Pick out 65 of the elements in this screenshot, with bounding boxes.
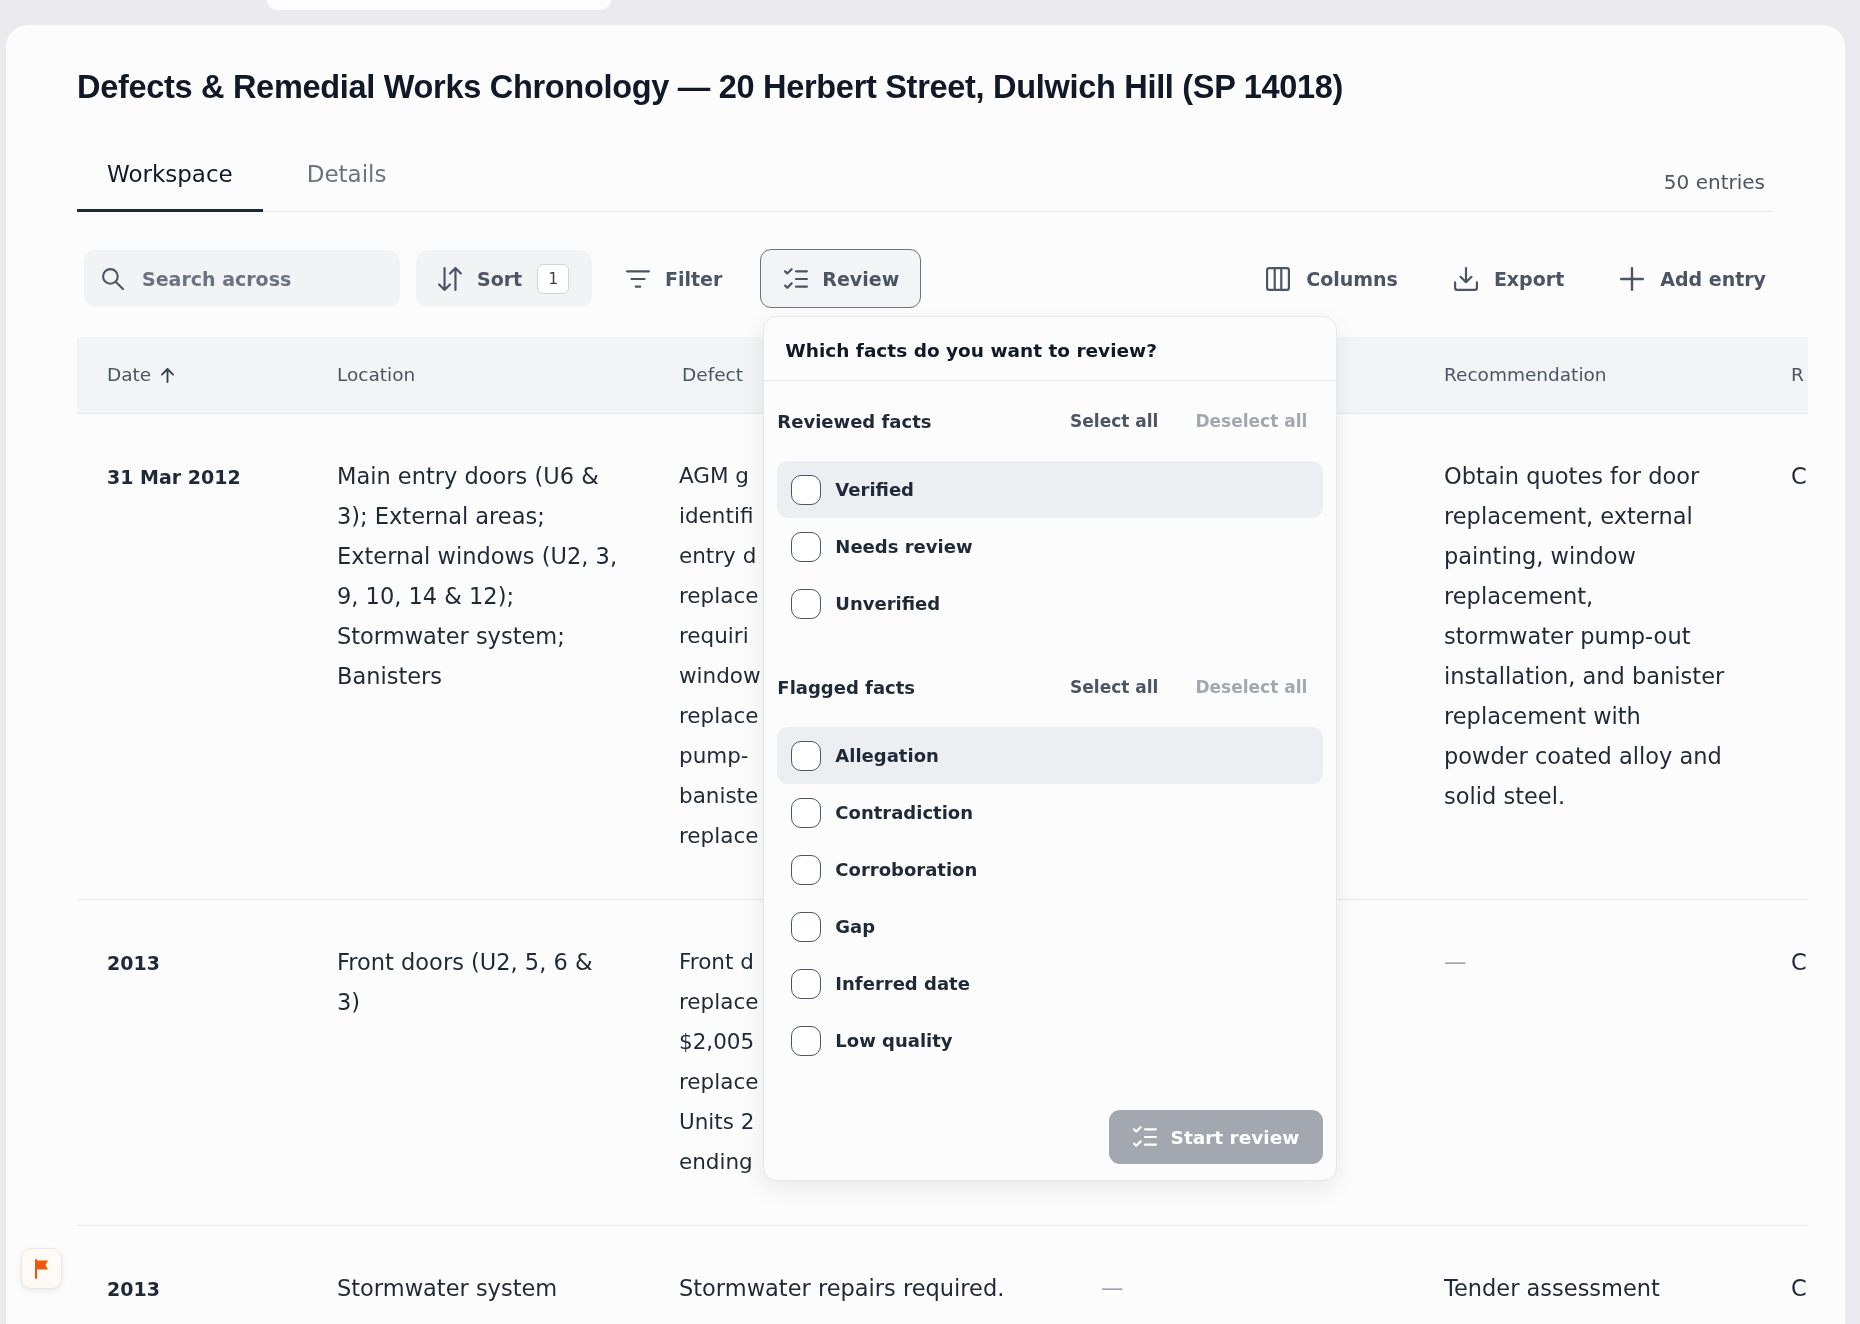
checklist-icon — [784, 266, 809, 291]
flag-button[interactable] — [21, 1248, 62, 1289]
defect-text: Stormwater repairs required. — [679, 1274, 1005, 1303]
column-heading[interactable]: Recommendation — [1444, 363, 1607, 387]
checkbox[interactable] — [791, 854, 822, 885]
download-icon — [1453, 266, 1478, 291]
fact-option[interactable]: Low quality — [777, 1012, 1324, 1069]
columns-icon — [1266, 266, 1291, 291]
fact-option[interactable]: Gap — [777, 898, 1324, 955]
empty-dash: — — [1444, 948, 1467, 977]
fact-option[interactable]: Needs review — [777, 518, 1324, 575]
fact-option[interactable]: Verified — [777, 461, 1324, 518]
checkbox[interactable] — [791, 1025, 822, 1056]
checkbox[interactable] — [791, 911, 822, 942]
columns-button[interactable]: Columns — [1250, 250, 1414, 307]
select-all-button[interactable]: Select all — [1058, 671, 1171, 703]
checkbox[interactable] — [791, 531, 822, 562]
column-text: C — [1791, 1274, 1807, 1303]
fact-option[interactable]: Inferred date — [777, 955, 1324, 1012]
select-all-button[interactable]: Select all — [1058, 405, 1171, 437]
tab[interactable]: Workspace — [77, 140, 263, 212]
plus-icon — [1620, 266, 1645, 291]
checkbox[interactable] — [791, 968, 822, 999]
add-entry-button[interactable]: Add entry — [1604, 250, 1782, 307]
checkbox[interactable] — [791, 474, 822, 505]
popover-title: Which facts do you want to review? — [785, 340, 1157, 361]
group-label: Reviewed facts — [777, 410, 932, 432]
location-text: Main entry doors (U6 & 3); External areas; External windows (U2, 3, 9, 10, 14 & 12); Stormwater system; Banisters — [337, 462, 619, 691]
fact-option[interactable]: Allegation — [777, 727, 1324, 784]
clipped-text: AGM g identifi entry d replace requiri window replace pump- baniste replace — [679, 462, 761, 850]
location-text: Stormwater system — [337, 1274, 558, 1303]
location-text: Front doors (U2, 5, 6 & 3) — [337, 948, 594, 1017]
search-field[interactable]: Search across — [84, 250, 400, 307]
search-icon — [101, 267, 124, 290]
checklist-icon — [1132, 1125, 1157, 1149]
checkbox[interactable] — [791, 740, 822, 771]
column-heading[interactable]: Date — [107, 363, 175, 387]
tab[interactable]: Details — [276, 140, 417, 212]
sort-count-badge: 1 — [537, 263, 570, 294]
fact-option[interactable]: Unverified — [777, 575, 1324, 632]
filter-button[interactable]: Filter — [608, 250, 739, 307]
recommendation-text: Obtain quotes for door replacement, external painting, window replacement, stormwater pump-out installation, and banister replacement with powder coated alloy and solid steel. — [1444, 462, 1726, 811]
column-heading[interactable]: R — [1791, 363, 1804, 387]
date-text: 2013 — [107, 1277, 160, 1302]
export-button[interactable]: Export — [1437, 250, 1581, 307]
sort-button[interactable]: Sort 1 — [416, 250, 592, 307]
column-heading[interactable]: Defect — [682, 363, 743, 387]
clipped-text: Front d replace $2,005 replace Units 2 ending — [679, 948, 759, 1176]
checkbox[interactable] — [791, 588, 822, 619]
fact-option[interactable]: Contradiction — [777, 784, 1324, 841]
checkbox[interactable] — [791, 797, 822, 828]
flag-icon — [33, 1258, 50, 1279]
entry-count: 50 entries — [1663, 170, 1765, 194]
review-button[interactable]: Review — [760, 249, 922, 308]
column-text: C — [1791, 948, 1807, 977]
recommendation-text: Tender assessment — [1444, 1274, 1660, 1303]
fact-option[interactable]: Corroboration — [777, 841, 1324, 898]
column-text: C — [1791, 462, 1807, 491]
date-text: 31 Mar 2012 — [107, 465, 241, 490]
group-label: Flagged facts — [777, 676, 916, 698]
empty-dash: — — [1101, 1274, 1124, 1303]
sort-arrows-icon — [438, 266, 462, 291]
column-heading[interactable]: Location — [337, 363, 416, 387]
date-text: 2013 — [107, 951, 160, 976]
page-title: Defects & Remedial Works Chronology — 20 Herbert Street, Dulwich Hill (SP 14018) — [77, 68, 1344, 107]
